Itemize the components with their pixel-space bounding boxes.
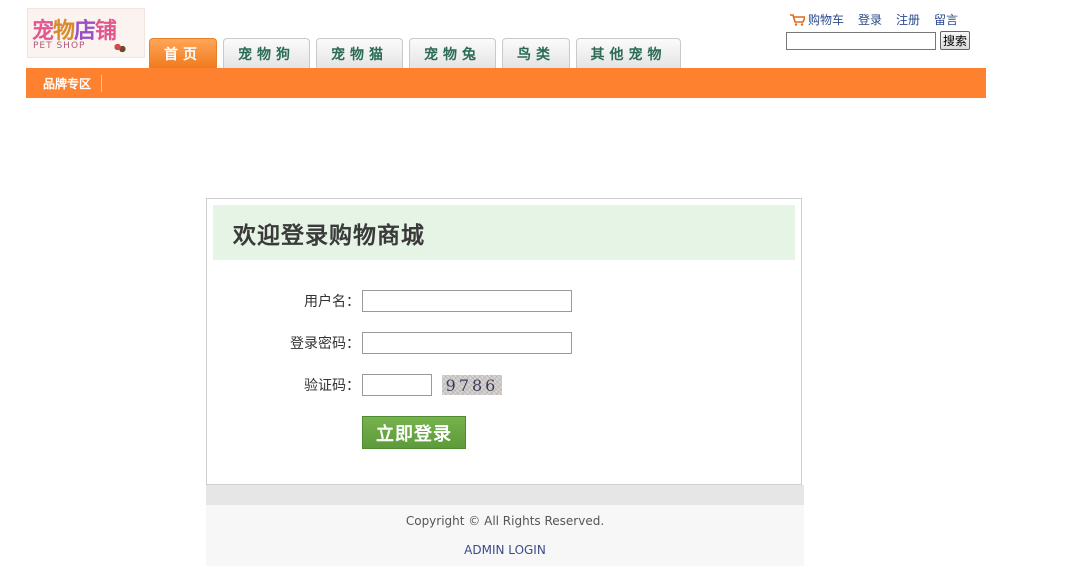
captcha-row: 验证码： 9786 [207,374,502,396]
nav-tab-birds[interactable]: 鸟类 [502,38,570,68]
login-header: 欢迎登录购物商城 [213,205,795,260]
logo-char: 铺 [95,18,117,44]
password-row: 登录密码： [207,332,572,354]
main-nav: 首页 宠物狗 宠物猫 宠物兔 鸟类 其他宠物 [149,38,681,68]
message-link[interactable]: 留言 [934,11,958,28]
nav-tab-cats[interactable]: 宠物猫 [316,38,403,68]
search-bar: 搜索 [786,31,971,50]
shopping-cart-icon [790,13,805,26]
nav-tab-rabbits[interactable]: 宠物兔 [409,38,496,68]
copyright-text: Copyright © All Rights Reserved. [405,514,605,528]
cart-link[interactable]: 购物车 [790,11,844,28]
nav-tab-home[interactable]: 首页 [149,38,217,68]
search-button[interactable]: 搜索 [940,31,971,50]
logo-paw-icon [114,43,126,53]
site-logo[interactable]: 宠物店铺 PET SHOP [27,8,145,58]
captcha-field[interactable] [362,374,432,396]
nav-tab-other-pets[interactable]: 其他宠物 [576,38,681,68]
username-row: 用户名： [207,290,572,312]
brand-zone-link[interactable]: 品牌专区 [43,74,103,92]
logo-english-text: PET SHOP [33,41,86,51]
password-label: 登录密码： [290,336,360,352]
password-field[interactable] [362,332,572,354]
search-input[interactable] [786,31,936,50]
top-links: 购物车 登录 注册 留言 [790,11,972,28]
cart-link-label: 购物车 [808,13,845,27]
footer-divider [206,485,804,505]
admin-login-link[interactable]: ADMIN LOGIN [206,543,804,557]
sub-nav-bar: 品牌专区 [26,68,986,98]
username-label: 用户名： [304,294,360,310]
captcha-label: 验证码： [304,378,360,394]
username-field[interactable] [362,290,572,312]
login-panel: 欢迎登录购物商城 用户名： 登录密码： 验证码： 9786 立即登录 [206,198,802,485]
login-title: 欢迎登录购物商城 [233,222,425,249]
login-link[interactable]: 登录 [858,11,882,28]
footer: Copyright © All Rights Reserved. ADMIN L… [206,505,804,566]
login-submit-button[interactable]: 立即登录 [362,416,466,449]
captcha-image[interactable]: 9786 [442,375,502,395]
register-link[interactable]: 注册 [896,11,920,28]
nav-tab-dogs[interactable]: 宠物狗 [223,38,310,68]
